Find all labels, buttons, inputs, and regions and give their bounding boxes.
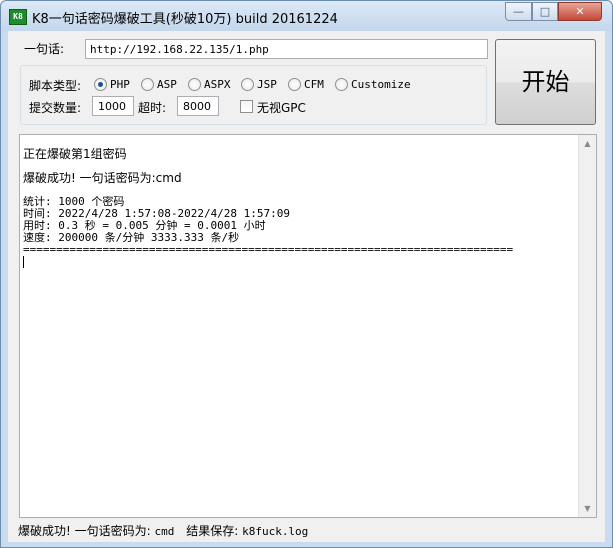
window-title: K8一句话密码爆破工具(秒破10万) build 20161224 <box>32 12 338 27</box>
timeout-input[interactable]: 8000 <box>177 96 219 116</box>
title-bar[interactable]: K8 K8一句话密码爆破工具(秒破10万) build 20161224 — □… <box>1 1 612 31</box>
text-cursor <box>23 256 24 268</box>
output-line: 用时: 0.3 秒 = 0.005 分钟 = 0.0001 小时 <box>23 220 266 232</box>
scroll-down-icon[interactable]: ▼ <box>579 500 596 517</box>
output-textarea[interactable]: 正在爆破第1组密码 爆破成功! 一句话密码为:cmd 统计: 1000 个密码 … <box>19 134 597 518</box>
url-input[interactable]: http://192.168.22.135/1.php <box>85 39 488 59</box>
script-type-label: 脚本类型: <box>29 79 82 93</box>
output-line: 速度: 200000 条/分钟 3333.333 条/秒 <box>23 232 240 244</box>
output-separator: ========================================… <box>23 244 514 256</box>
radio-aspx[interactable] <box>188 78 201 91</box>
close-button[interactable]: ✕ <box>558 2 602 21</box>
minimize-button[interactable]: — <box>505 2 532 21</box>
output-line: 统计: 1000 个密码 <box>23 196 125 208</box>
status-save-label: 结果保存: <box>186 524 239 538</box>
ignore-gpc-label[interactable]: 无视GPC <box>257 99 306 116</box>
output-line: 时间: 2022/4/28 1:57:08-2022/4/28 1:57:09 <box>23 208 291 220</box>
app-icon: K8 <box>9 9 27 25</box>
start-button[interactable]: 开始 <box>495 39 596 125</box>
radio-php[interactable] <box>94 78 107 91</box>
radio-cfm-label[interactable]: CFM <box>304 78 324 91</box>
options-group <box>20 65 487 125</box>
client-area: 一句话: http://192.168.22.135/1.php 脚本类型: P… <box>8 31 605 542</box>
submit-count-input[interactable]: 1000 <box>92 96 134 116</box>
radio-php-label[interactable]: PHP <box>110 78 130 91</box>
radio-customize[interactable] <box>335 78 348 91</box>
url-label: 一句话: <box>24 42 65 56</box>
status-save-file: k8fuck.log <box>242 525 309 538</box>
radio-customize-label[interactable]: Customize <box>351 78 411 91</box>
maximize-button[interactable]: □ <box>532 2 558 21</box>
ignore-gpc-checkbox[interactable] <box>240 100 253 113</box>
timeout-label: 超时: <box>138 101 167 115</box>
output-log: 正在爆破第1组密码 爆破成功! 一句话密码为:cmd 统计: 1000 个密码 … <box>23 148 578 268</box>
vertical-scrollbar[interactable]: ▲ ▼ <box>578 135 596 517</box>
output-line: 爆破成功! 一句话密码为:cmd <box>23 172 182 184</box>
status-result-label: 爆破成功! 一句话密码为: <box>18 524 151 538</box>
scroll-up-icon[interactable]: ▲ <box>579 135 596 152</box>
radio-asp[interactable] <box>141 78 154 91</box>
submit-count-label: 提交数量: <box>29 101 82 115</box>
app-window: K8 K8一句话密码爆破工具(秒破10万) build 20161224 — □… <box>0 0 613 548</box>
status-bar: 爆破成功! 一句话密码为: cmd 结果保存: k8fuck.log <box>18 522 308 539</box>
radio-jsp[interactable] <box>241 78 254 91</box>
radio-aspx-label[interactable]: ASPX <box>204 78 231 91</box>
radio-cfm[interactable] <box>288 78 301 91</box>
radio-asp-label[interactable]: ASP <box>157 78 177 91</box>
radio-jsp-label[interactable]: JSP <box>257 78 277 91</box>
output-line: 正在爆破第1组密码 <box>23 148 127 160</box>
status-password: cmd <box>154 525 175 538</box>
